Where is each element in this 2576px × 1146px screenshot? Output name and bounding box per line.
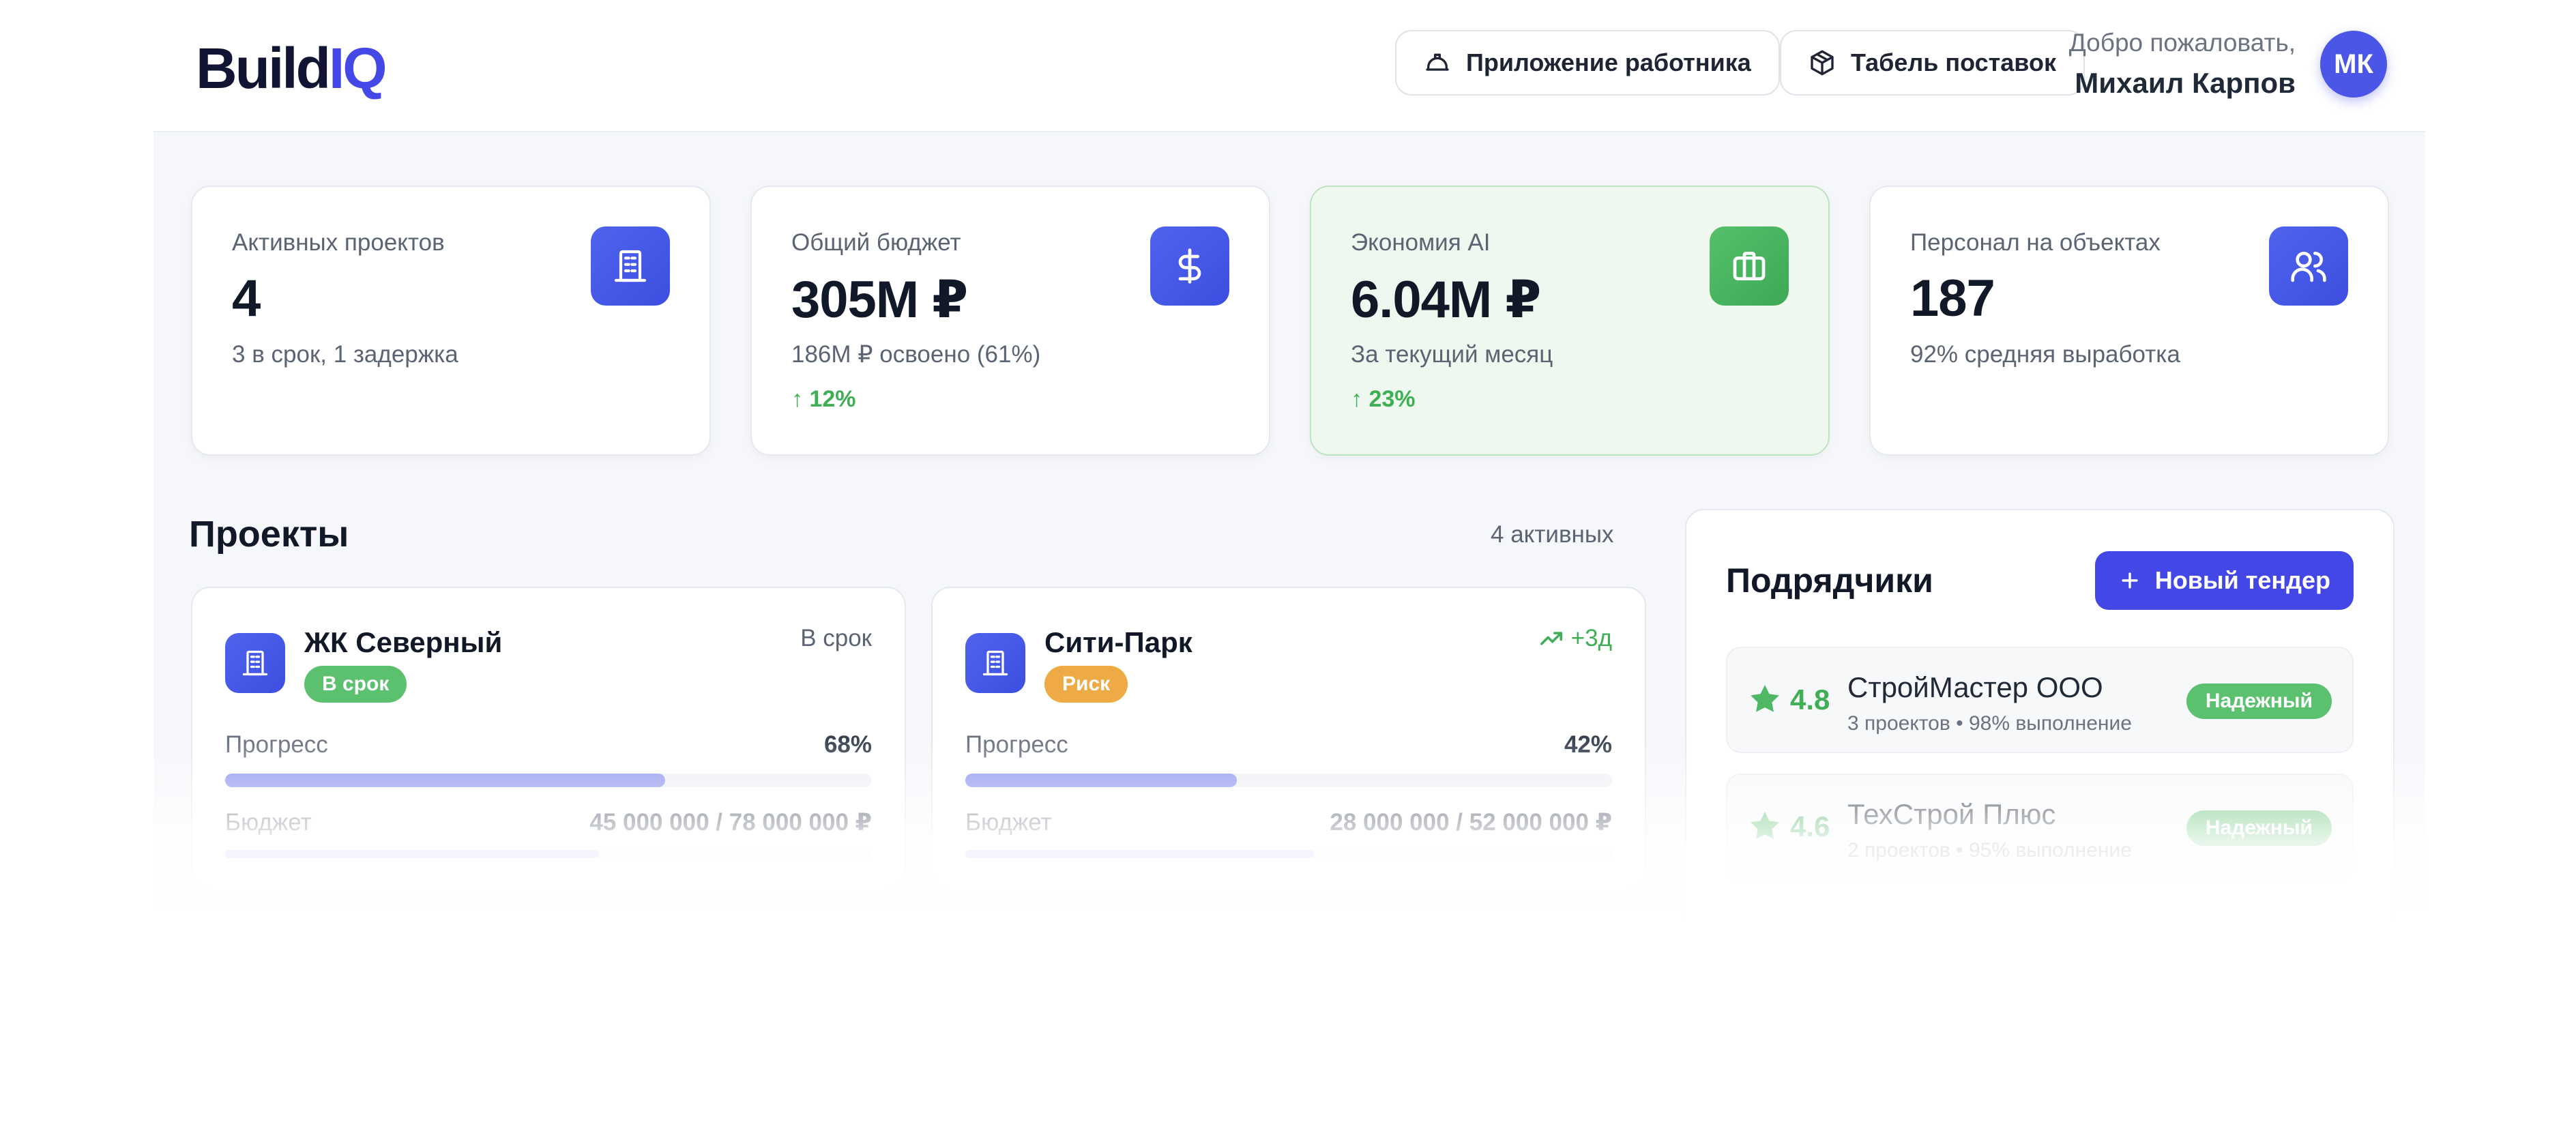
projects-title: Проекты	[189, 514, 349, 555]
stat-label: Экономия AI	[1351, 229, 1491, 256]
building-icon	[225, 633, 285, 693]
dollar-icon	[1150, 226, 1229, 306]
progress-bar-fill	[225, 774, 665, 787]
contractor-rating: 4.6	[1790, 810, 1830, 842]
contractor-item[interactable]: 4.6 ТехСтрой Плюс 2 проектов • 95% выпол…	[1726, 774, 2354, 880]
stat-card-staff: Персонал на объектах 187 92% средняя выр…	[1869, 186, 2389, 456]
stat-sub: За текущий месяц	[1351, 341, 1553, 368]
stat-value: 187	[1910, 269, 1995, 327]
plus-icon	[2122, 572, 2138, 589]
logo-main: Build	[196, 36, 331, 100]
stat-sub: 3 в срок, 1 задержка	[232, 341, 458, 368]
stat-label: Персонал на объектах	[1910, 229, 2161, 256]
stat-sub: 186M ₽ освоено (61%)	[791, 341, 1041, 368]
user-name: Михаил Карпов	[2075, 67, 2296, 99]
package-icon	[1811, 50, 1834, 76]
arrow-up-icon: ↑	[791, 386, 810, 412]
contractor-meta: 2 проектов • 95% выполнение	[1847, 839, 2132, 862]
app-root: BuildIQ Приложение работника Табель пост…	[153, 0, 2425, 928]
progress-value: 68%	[823, 731, 872, 758]
progress-label: Прогресс	[965, 731, 1068, 758]
budget-value: 28 000 000 / 52 000 000 ₽	[1330, 809, 1612, 836]
reliability-badge: Надежный	[2186, 684, 2332, 719]
budget-bar	[965, 850, 1612, 858]
top-header: BuildIQ Приложение работника Табель пост…	[153, 0, 2425, 132]
welcome-block: Добро пожаловать, Михаил Карпов	[2069, 29, 2296, 100]
stat-sub: 92% средняя выработка	[1910, 341, 2180, 368]
new-tender-label: Новый тендер	[2154, 566, 2330, 594]
supply-sheet-button[interactable]: Табель поставок	[1780, 30, 2085, 96]
supply-sheet-label: Табель поставок	[1851, 48, 2056, 76]
worker-app-button[interactable]: Приложение работника	[1395, 30, 1780, 96]
project-status: +3д	[1538, 625, 1612, 652]
progress-label: Прогресс	[225, 731, 328, 758]
projects-count: 4 активных	[1491, 521, 1614, 548]
budget-label: Бюджет	[965, 809, 1052, 836]
building-icon	[965, 633, 1025, 693]
contractor-rating: 4.8	[1790, 684, 1830, 716]
logo-accent: IQ	[328, 36, 387, 100]
progress-bar	[225, 774, 872, 787]
stat-value: 6.04M ₽	[1351, 271, 1541, 329]
contractors-panel: Подрядчики Новый тендер 4.8 СтройМастер …	[1685, 509, 2395, 928]
budget-bar-fill	[225, 850, 598, 858]
budget-value: 45 000 000 / 78 000 000 ₽	[589, 809, 872, 836]
progress-value: 42%	[1564, 731, 1612, 758]
contractor-name: СтройМастер ООО	[1847, 671, 2103, 703]
contractor-name: ТехСтрой Плюс	[1847, 798, 2056, 830]
stat-label: Общий бюджет	[791, 229, 961, 256]
new-tender-button[interactable]: Новый тендер	[2094, 551, 2354, 610]
star-icon	[1751, 812, 1779, 839]
stat-value: 4	[232, 269, 261, 327]
project-card[interactable]: ЖК Северный В срок В срок Прогресс 68% Б…	[191, 587, 906, 891]
stat-card-active-projects: Активных проектов 4 3 в срок, 1 задержка	[191, 186, 711, 456]
briefcase-icon	[1710, 226, 1789, 306]
stat-value: 305M ₽	[791, 271, 968, 329]
stat-label: Активных проектов	[232, 229, 445, 256]
avatar[interactable]: МК	[2320, 31, 2387, 98]
stat-card-total-budget: Общий бюджет 305M ₽ 186M ₽ освоено (61%)…	[750, 186, 1270, 456]
arrow-up-icon: ↑	[1351, 386, 1369, 412]
project-card[interactable]: Сити-Парк Риск +3д Прогресс 42% Бюджет 2…	[931, 587, 1646, 891]
project-name: ЖК Северный	[304, 626, 503, 658]
trending-up-icon	[1540, 632, 1562, 645]
budget-label: Бюджет	[225, 809, 312, 836]
contractor-item[interactable]: 4.8 СтройМастер ООО 3 проектов • 98% вып…	[1726, 647, 2354, 753]
worker-app-label: Приложение работника	[1466, 48, 1751, 76]
status-badge: В срок	[304, 666, 407, 703]
budget-bar-fill	[965, 850, 1314, 858]
stat-trend: ↑ 12%	[791, 386, 856, 412]
welcome-text: Добро пожаловать,	[2068, 29, 2296, 57]
stat-trend: ↑ 23%	[1351, 386, 1416, 412]
hard-hat-icon	[1426, 53, 1449, 71]
star-icon	[1751, 685, 1779, 712]
logo[interactable]: BuildIQ	[196, 35, 387, 102]
status-badge: Риск	[1044, 666, 1128, 703]
users-icon	[2269, 226, 2348, 306]
reliability-badge: Надежный	[2186, 810, 2332, 846]
progress-bar-fill	[965, 774, 1238, 787]
project-name: Сити-Парк	[1044, 626, 1192, 658]
contractors-title: Подрядчики	[1726, 561, 1933, 600]
progress-bar	[965, 774, 1612, 787]
building-icon	[591, 226, 670, 306]
project-status: В срок	[800, 625, 872, 651]
stat-card-ai-savings: Экономия AI 6.04M ₽ За текущий месяц ↑ 2…	[1310, 186, 1830, 456]
budget-bar	[225, 850, 872, 858]
contractor-meta: 3 проектов • 98% выполнение	[1847, 712, 2132, 735]
